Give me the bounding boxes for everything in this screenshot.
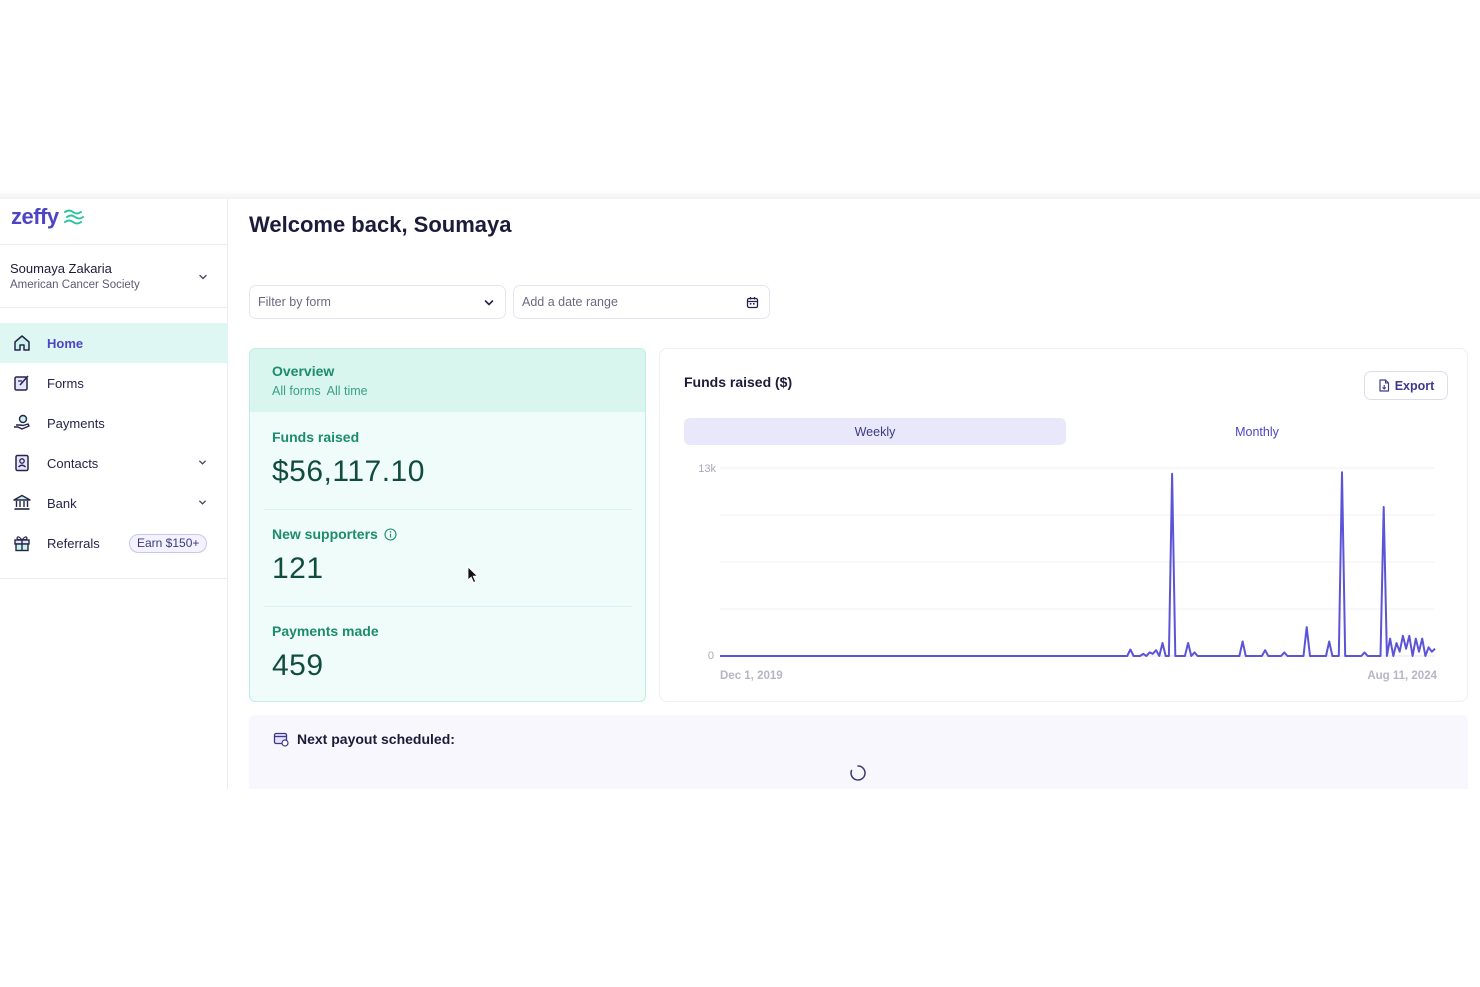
form-filter-select[interactable]: Filter by form [249,285,506,319]
funds-line-chart: 13k 0 Dec 1, 2019 Aug 11, 2024 [698,463,1437,682]
overview-title: Overview [272,363,335,379]
date-range-input[interactable] [522,295,732,309]
file-icon [1379,379,1389,392]
new-supporters-value: 121 [272,552,324,585]
sidebar-item-forms[interactable]: Forms [0,363,228,403]
x-tick-label: Dec 1, 2019 [720,670,783,682]
divider [264,606,632,607]
divider [0,578,228,579]
forms-icon [12,373,32,393]
series-line [720,471,1436,657]
stat-funds-raised: Funds raised $56,117.10 [272,429,425,489]
info-icon[interactable] [384,527,397,541]
chart-grid [720,467,1435,657]
sidebar-item-label: Referrals [47,535,100,551]
logo-text: zeffy [11,204,59,229]
export-label: Export [1394,378,1435,393]
scope-forms: All forms [272,384,321,398]
user-name: Soumaya Zakaria [10,261,112,276]
chevron-down-icon[interactable] [197,457,208,468]
y-tick-label: 0 [708,650,714,662]
stat-payments-made: Payments made 459 [272,623,379,683]
divider [0,244,228,245]
sidebar: zeffy Soumaya Zakaria American Cancer So… [0,199,228,789]
funds-raised-value: $56,117.10 [272,455,425,488]
funds-chart-card: Funds raised ($) Export Weekly Monthly 1… [659,348,1468,702]
bank-icon [12,493,32,513]
sidebar-item-contacts[interactable]: Contacts [0,443,228,483]
sidebar-item-label: Bank [47,495,77,511]
sidebar-item-payments[interactable]: Payments [0,403,228,443]
screen-top-margin [0,0,1480,199]
home-icon [12,333,32,353]
sidebar-item-label: Payments [47,415,105,431]
calendar-icon[interactable] [746,296,759,309]
earn-badge[interactable]: Earn $150+ [129,534,208,553]
calendar-money-icon [273,732,289,747]
date-range-field[interactable] [513,285,770,319]
tab-monthly[interactable]: Monthly [1066,418,1448,445]
sidebar-item-label: Forms [47,375,84,391]
payout-title: Next payout scheduled: [297,731,455,747]
stat-label: Funds raised [272,429,360,445]
stat-new-supporters: New supporters 121 [272,526,397,586]
logo[interactable]: zeffy [11,204,85,230]
tab-weekly[interactable]: Weekly [684,418,1066,445]
x-tick-label: Aug 11, 2024 [1367,670,1437,682]
chevron-down-icon[interactable] [197,497,208,508]
sidebar-nav: Home Forms Payments Contacts Bank Referr… [0,323,228,563]
form-filter-placeholder: Filter by form [258,295,331,309]
page-title: Welcome back, Soumaya [249,212,512,237]
divider [0,307,228,308]
overview-scope: All forms All time [272,384,645,398]
mouse-cursor-icon [467,566,479,584]
sidebar-item-referrals[interactable]: Referrals Earn $150+ [0,523,228,563]
sidebar-item-bank[interactable]: Bank [0,483,228,523]
overview-header: Overview All forms All time [250,349,645,412]
chevron-down-icon [484,300,494,306]
logo-wave-icon [63,209,84,225]
y-tick-label: 13k [698,463,716,475]
sidebar-item-label: Contacts [47,455,99,471]
stat-label: New supporters [272,526,378,542]
organization-name: American Cancer Society [10,279,140,291]
divider [264,509,632,510]
export-button[interactable]: Export [1364,371,1448,400]
scope-time: All time [326,384,368,398]
account-switcher[interactable]: Soumaya Zakaria American Cancer Society [10,261,215,291]
chevron-down-icon [199,274,207,280]
stat-label: Payments made [272,623,379,639]
main-content: Welcome back, Soumaya Filter by form Ove… [229,199,1480,789]
sidebar-item-home[interactable]: Home [0,323,228,363]
stat-label-row: New supporters [272,526,397,542]
app-window: zeffy Soumaya Zakaria American Cancer So… [0,199,1480,789]
payments-icon [12,413,32,433]
contacts-icon [12,453,32,473]
screen-bottom-margin [0,789,1480,987]
payout-panel: Next payout scheduled: [249,715,1468,789]
loading-spinner-icon [850,765,866,781]
chart-title: Funds raised ($) [684,374,793,390]
gift-icon [12,533,32,553]
payments-made-value: 459 [272,649,324,682]
overview-card: Overview All forms All time Funds raised … [249,348,646,702]
sidebar-item-label: Home [47,335,84,351]
